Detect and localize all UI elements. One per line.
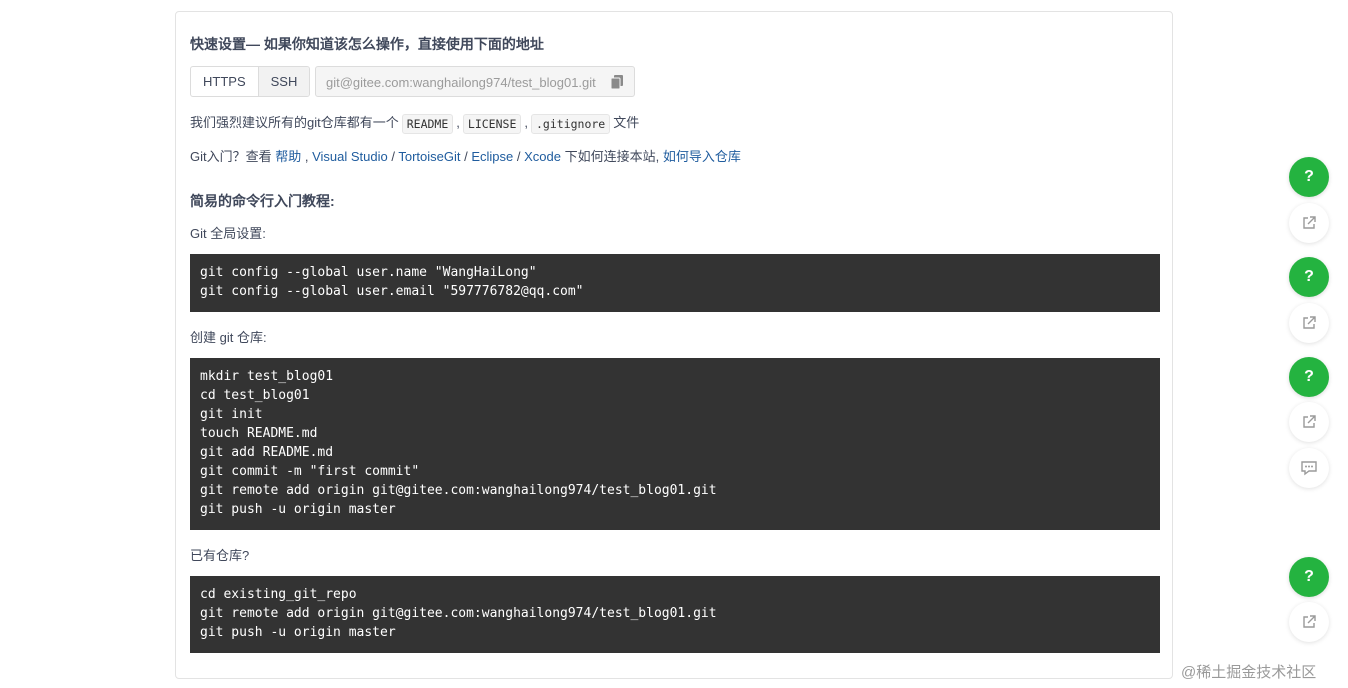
help-float-button[interactable]: ? <box>1289 357 1329 397</box>
license-chip: LICENSE <box>462 113 522 134</box>
separator: / <box>513 149 525 164</box>
external-link-icon <box>1303 216 1316 229</box>
comment-icon <box>1301 461 1317 476</box>
tutorial-title: 简易的命令行入门教程: <box>190 193 335 209</box>
separator: / <box>460 149 472 164</box>
create-repo-code: mkdir test_blog01 cd test_blog01 git ini… <box>190 358 1160 530</box>
quick-setup-panel: 快速设置— 如果你知道该怎么操作，直接使用下面的地址 HTTPS SSH git… <box>175 11 1173 679</box>
separator: / <box>387 149 399 164</box>
help-link[interactable]: 帮助 <box>275 149 301 164</box>
https-tab[interactable]: HTTPS <box>191 67 258 96</box>
protocol-switch: HTTPS SSH <box>190 66 311 97</box>
question-icon: ? <box>1304 268 1314 285</box>
external-link-icon <box>1303 415 1316 428</box>
recommend-line: 我们强烈建议所有的git仓库都有一个 README, LICENSE, .gitign… <box>190 112 639 134</box>
watermark: @稀土掘金技术社区 <box>1181 664 1317 681</box>
recommend-prefix: 我们强烈建议所有的git仓库都有一个 <box>190 115 399 130</box>
xcode-link[interactable]: Xcode <box>524 149 561 164</box>
readme-chip: README <box>401 113 454 134</box>
share-float-button[interactable] <box>1289 303 1329 343</box>
question-icon: ? <box>1304 568 1314 585</box>
external-link-icon <box>1303 316 1316 329</box>
ssh-tab[interactable]: SSH <box>257 67 310 96</box>
question-icon: ? <box>1304 368 1314 385</box>
global-settings-label: Git 全局设置: <box>190 226 266 241</box>
repo-url-field[interactable]: git@gitee.com:wanghailong974/test_blog01… <box>315 66 635 97</box>
global-settings-code: git config --global user.name "WangHaiLo… <box>190 254 1160 312</box>
gitignore-chip: .gitignore <box>531 113 611 134</box>
copy-icon[interactable] <box>610 74 624 90</box>
help-float-button[interactable]: ? <box>1289 157 1329 197</box>
repo-url-text[interactable]: git@gitee.com:wanghailong974/test_blog01… <box>326 75 596 90</box>
tortoisegit-link[interactable]: TortoiseGit <box>398 149 460 164</box>
help-middle-text: 下如何连接本站, <box>560 149 663 164</box>
quick-setup-title: 快速设置— 如果你知道该怎么操作，直接使用下面的地址 <box>190 36 544 52</box>
share-float-button[interactable] <box>1289 402 1329 442</box>
help-line: Git入门？查看 帮助 , Visual Studio / TortoiseGi… <box>190 146 741 165</box>
comment-float-button[interactable] <box>1289 448 1329 488</box>
separator: , <box>456 115 460 130</box>
existing-repo-code: cd existing_git_repo git remote add orig… <box>190 576 1160 653</box>
create-repo-label: 创建 git 仓库: <box>190 330 267 345</box>
help-prefix: Git入门？查看 <box>190 149 276 164</box>
share-float-button[interactable] <box>1289 203 1329 243</box>
question-icon: ? <box>1304 168 1314 185</box>
separator: , <box>524 115 528 130</box>
visual-studio-link[interactable]: Visual Studio <box>312 149 388 164</box>
eclipse-link[interactable]: Eclipse <box>471 149 513 164</box>
external-link-icon <box>1303 615 1316 628</box>
share-float-button[interactable] <box>1289 602 1329 642</box>
help-float-button[interactable]: ? <box>1289 257 1329 297</box>
recommend-suffix: 文件 <box>613 115 640 130</box>
existing-repo-label: 已有仓库? <box>190 548 250 563</box>
import-repo-link[interactable]: 如何导入仓库 <box>663 149 741 164</box>
help-float-button[interactable]: ? <box>1289 557 1329 597</box>
separator: , <box>301 149 313 164</box>
